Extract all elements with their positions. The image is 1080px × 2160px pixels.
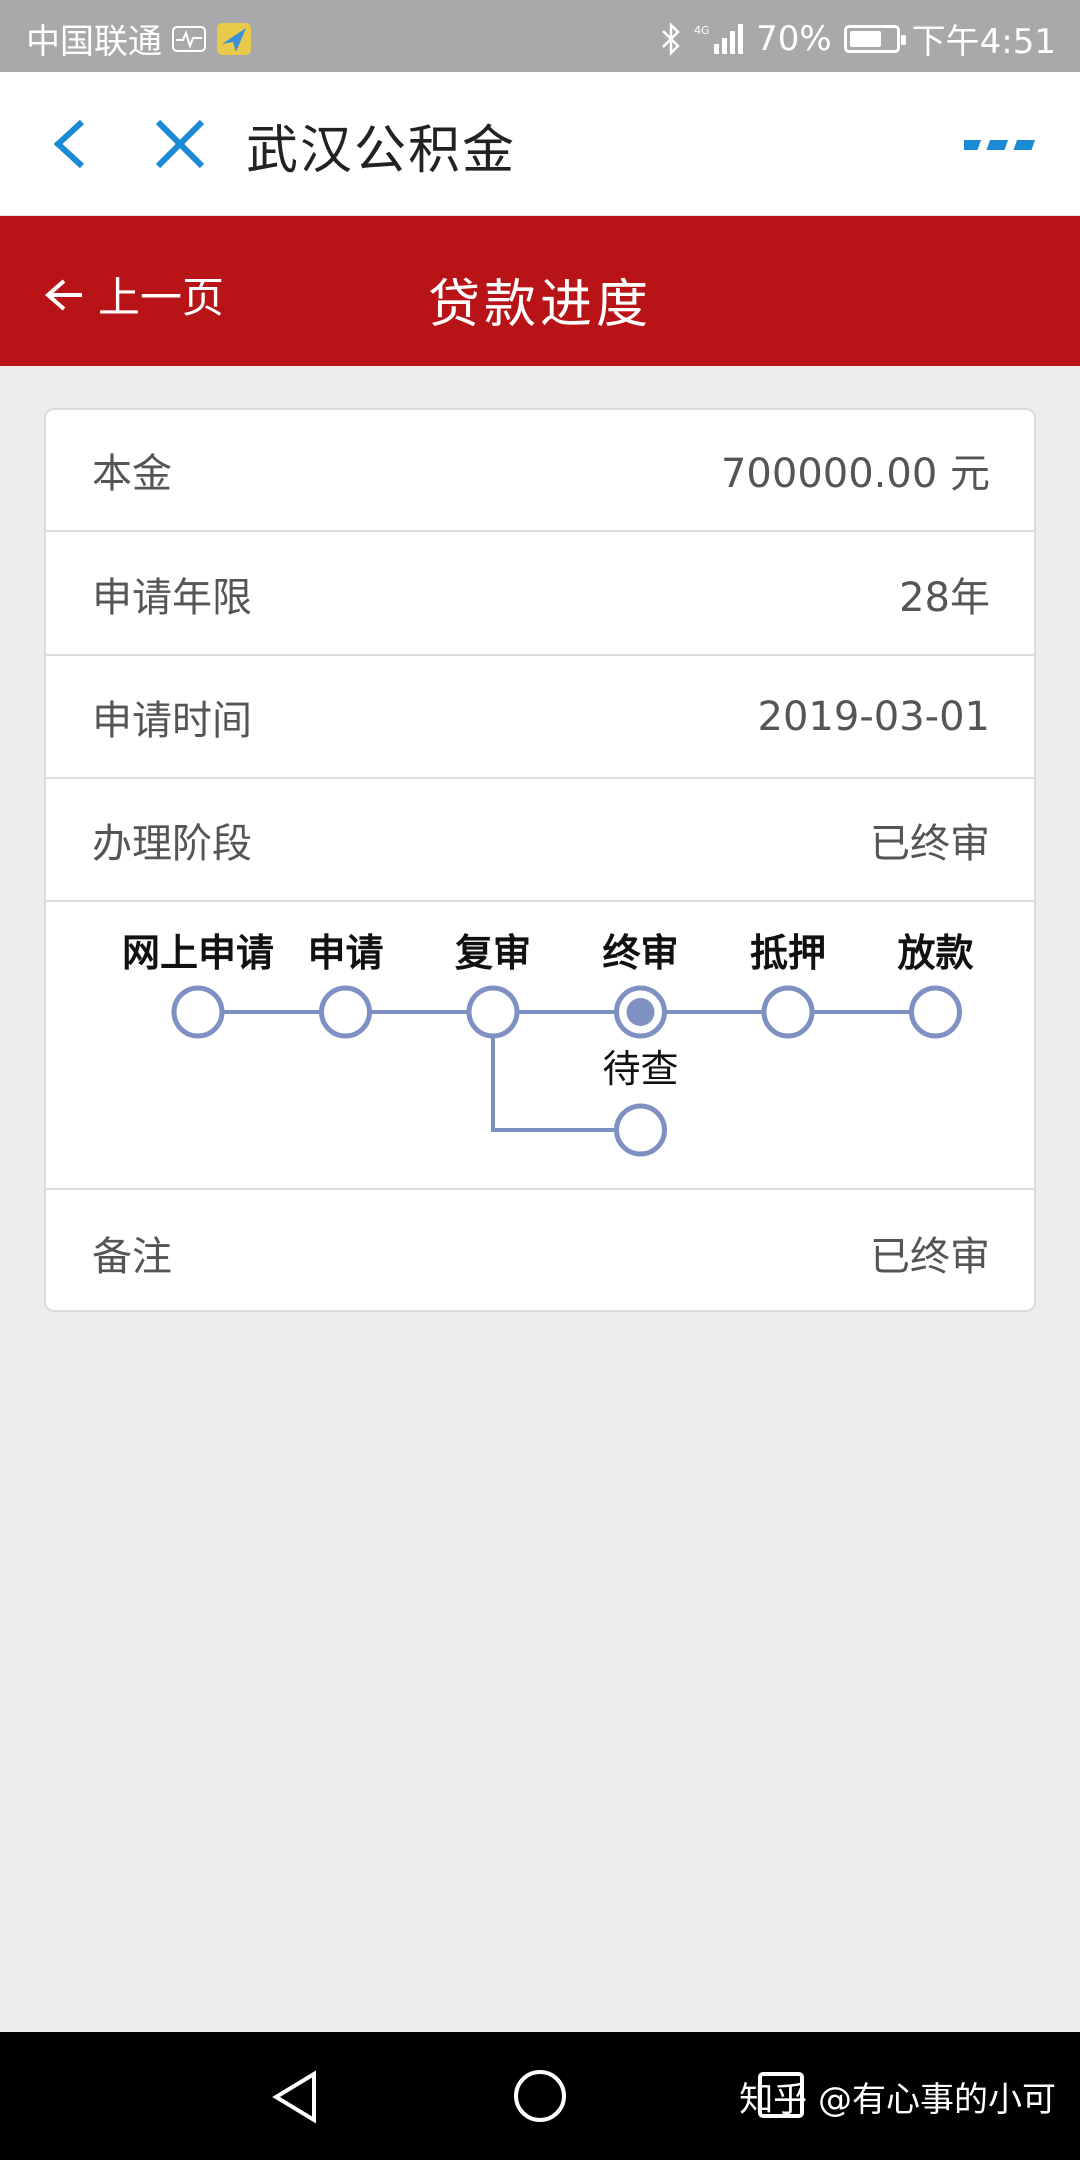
close-icon: [155, 119, 205, 169]
step-label: 网上申请: [122, 931, 274, 975]
step-node: [761, 985, 815, 1039]
app-notification-icon: [216, 22, 252, 56]
step-node-active-dot: [626, 998, 655, 1026]
chevron-left-icon: [53, 119, 85, 169]
signal-icon: 4G: [694, 22, 744, 56]
app-header: 武汉公积金: [0, 72, 1080, 216]
nav-home-icon: [514, 2070, 566, 2122]
step-node: [319, 985, 372, 1039]
step-node: [466, 985, 520, 1039]
step-label: 申请: [307, 931, 383, 975]
nav-back-icon: [272, 2070, 316, 2124]
principal-label: 本金: [92, 451, 172, 497]
remark-value: 已终审: [870, 1234, 990, 1280]
stage-value: 已终审: [870, 821, 990, 867]
stage-row: 办理阶段 已终审: [46, 780, 1034, 902]
loan-progress-card: 本金 700000.00 元 申请年限 28年 申请时间 2019-03-01 …: [44, 408, 1036, 1312]
clock: 下午4:51: [911, 22, 1056, 62]
apply-date-label: 申请时间: [92, 698, 252, 744]
term-value: 28年: [899, 575, 990, 621]
step-node: [909, 985, 962, 1039]
branch-step-label: 待查: [602, 1047, 678, 1091]
status-bar: 中国联通 4G 70% 下午4:51: [0, 0, 1080, 72]
nav-home-button[interactable]: [510, 2066, 570, 2130]
progress-tracker: 网上申请 申请 复审 终审 抵押 放款待查: [46, 904, 1034, 1190]
principal-value: 700000.00 元: [720, 451, 990, 497]
stage-label: 办理阶段: [92, 821, 252, 867]
page-bar: 上一页 贷款进度: [0, 216, 1080, 366]
nav-back-button[interactable]: [270, 2070, 320, 2128]
activity-icon: [172, 25, 206, 52]
battery-percent: 70%: [756, 18, 832, 59]
step-label: 放款: [897, 931, 973, 975]
apply-date-value: 2019-03-01: [757, 694, 990, 740]
apply-date-row: 申请时间 2019-03-01: [46, 657, 1034, 779]
progress-diagram: 网上申请 申请 复审 终审 抵押 放款待查: [122, 931, 974, 1157]
principal-row: 本金 700000.00 元: [46, 410, 1034, 532]
branch-step-node: [614, 1103, 667, 1157]
step-label: 抵押: [750, 931, 826, 975]
step-label: 终审: [602, 931, 678, 975]
more-icon: [959, 140, 1036, 150]
term-label: 申请年限: [92, 575, 252, 621]
carrier-name: 中国联通: [26, 22, 162, 62]
bluetooth-icon: [660, 21, 682, 56]
system-nav-bar: 知乎 @有心事的小可: [0, 2032, 1080, 2160]
more-button[interactable]: [959, 132, 1040, 162]
term-row: 申请年限 28年: [46, 534, 1034, 656]
step-node: [171, 985, 225, 1039]
battery-icon: [843, 24, 906, 53]
step-label: 复审: [455, 931, 531, 975]
page-title: 贷款进度: [427, 275, 652, 335]
app-title: 武汉公积金: [246, 121, 517, 181]
network-type: 4G: [694, 24, 710, 37]
close-button[interactable]: [148, 112, 212, 176]
remark-row: 备注 已终审: [46, 1192, 1034, 1314]
remark-label: 备注: [92, 1234, 172, 1280]
watermark: 知乎 @有心事的小可: [739, 2080, 1056, 2120]
back-button[interactable]: [40, 112, 100, 176]
